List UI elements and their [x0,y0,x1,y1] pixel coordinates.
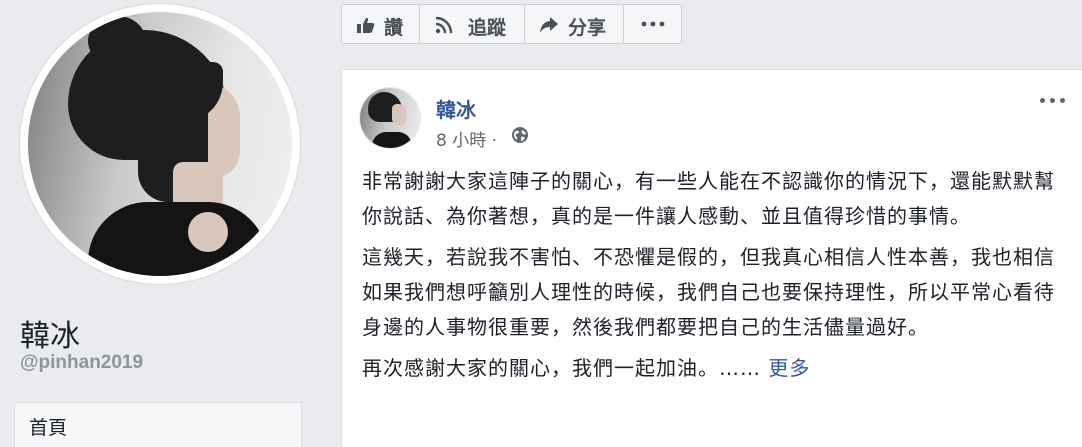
post-paragraph-last: 再次感謝大家的關心，我們一起加油。…… 更多 [362,351,1068,386]
profile-handle: @pinhan2019 [20,352,144,373]
share-button[interactable]: 分享 [524,4,624,44]
post-options-button[interactable] [1040,92,1070,108]
nav-item-home[interactable]: 首頁 [14,402,302,447]
follow-button[interactable]: 追蹤 [419,4,525,44]
nav-item-home-label: 首頁 [29,417,68,439]
post-paragraph: 這幾天，若說我不害怕、不恐懼是假的，但我真心相信人性本善，我也相信如果我們想呼籲… [362,245,1055,339]
post-paragraph-text: 再次感謝大家的關心，我們一起加油。…… [362,356,761,380]
like-button-label: 讚 [384,17,404,39]
dot [1060,98,1065,103]
globe-icon[interactable] [511,126,529,144]
post-timestamp[interactable]: 8 小時 · [436,126,497,151]
post-author-name[interactable]: 韓冰 [436,94,476,123]
more-horizontal-icon [641,21,665,27]
profile-picture[interactable] [20,4,300,284]
share-button-label: 分享 [568,17,607,39]
dot [1050,98,1055,103]
rss-feed-icon [435,16,453,34]
dot [1040,98,1045,103]
thumbs-up-icon [357,17,375,33]
share-arrow-icon [540,17,558,33]
profile-sidebar: 韓冰 @pinhan2019 首頁 [0,0,320,447]
post-author-avatar[interactable] [360,88,420,148]
post-paragraph: 非常謝謝大家這陣子的關心，有一些人能在不認識你的情況下，還能默默幫你說話、為你著… [362,169,1055,228]
like-button[interactable]: 讚 [341,4,420,44]
follow-button-label: 追蹤 [468,17,507,39]
see-more-link[interactable]: 更多 [768,356,810,380]
profile-photo [28,12,292,276]
post-card: 韓冰 8 小時 · 非常謝謝大家這陣子的關心，有一些人能在不認識你的情況下，還能… [341,69,1082,447]
post-text: 非常謝謝大家這陣子的關心，有一些人能在不認識你的情況下，還能默默幫你說話、為你著… [362,164,1068,392]
profile-name: 韓冰 [20,319,80,354]
more-options-button[interactable] [623,4,682,44]
